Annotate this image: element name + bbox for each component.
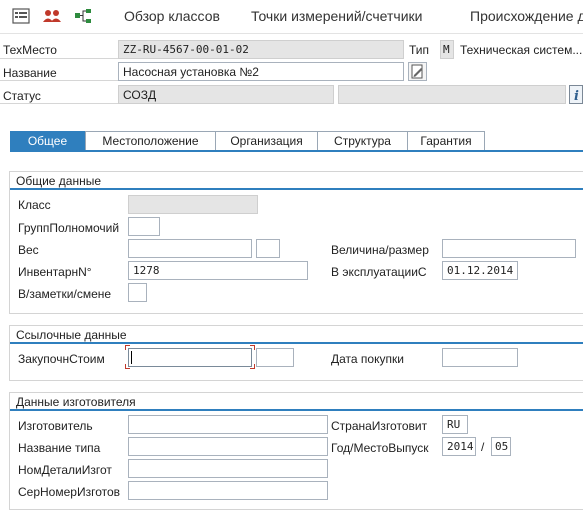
list-icon[interactable] [12, 8, 30, 24]
tab-warranty[interactable]: Гарантия [407, 131, 485, 151]
type-text: Техническая систем... [460, 43, 583, 57]
general-data-title: Общие данные [16, 174, 102, 188]
application-toolbar: Обзор классов Точки измерений/счетчики П… [0, 0, 583, 34]
purchase-date-label: Дата покупки [331, 352, 404, 366]
measuring-points-button[interactable]: Точки измерений/счетчики [251, 8, 422, 24]
users-icon[interactable] [42, 8, 61, 24]
weight-unit-field[interactable] [256, 239, 280, 258]
startup-label: В эксплуатацииС [331, 265, 427, 279]
group-rule [10, 188, 583, 190]
group-rule [10, 409, 583, 411]
focus-corner [250, 364, 255, 369]
country-field[interactable]: RU [442, 415, 468, 434]
shift-note-label: В/заметки/смене [18, 287, 112, 301]
year-label: Год/МестоВыпуск [331, 441, 429, 455]
tab-underline [10, 150, 583, 152]
focus-corner [125, 345, 130, 350]
manufacturer-label: Изготовитель [18, 419, 93, 433]
class-label: Класс [18, 198, 51, 212]
info-icon: i [574, 89, 579, 104]
purchase-date-field[interactable] [442, 348, 518, 367]
name-field[interactable]: Насосная установка №2 [118, 62, 404, 81]
origin-button[interactable]: Происхождение д [470, 8, 583, 24]
edit-document-icon [411, 64, 423, 79]
focus-corner [250, 345, 255, 350]
serial-number-field[interactable] [128, 481, 328, 500]
inventory-field[interactable]: 1278 [128, 261, 308, 280]
long-text-button[interactable] [408, 62, 427, 81]
size-label: Величина/размер [331, 243, 429, 257]
size-field[interactable] [442, 239, 576, 258]
year-field[interactable]: 2014 [442, 437, 476, 456]
shift-note-field[interactable] [128, 283, 147, 302]
class-field [128, 195, 258, 214]
auth-group-label: ГруппПолномочий [18, 221, 120, 235]
reference-data-title: Ссылочные данные [16, 328, 127, 342]
techplace-label: ТехМесто [3, 43, 57, 57]
part-number-label: НомДеталиИзгот [18, 463, 112, 477]
year-separator: / [481, 440, 485, 454]
group-rule [10, 342, 583, 344]
svg-text:i: i [574, 89, 579, 103]
tab-structure[interactable]: Структура [317, 131, 408, 151]
status-field: СОЗД [118, 85, 334, 104]
country-label: СтранаИзготовит [331, 419, 428, 433]
status-extended-field [338, 85, 566, 104]
tab-general[interactable]: Общее [10, 131, 85, 151]
focus-corner [125, 364, 130, 369]
model-field[interactable] [128, 437, 328, 456]
text-cursor [131, 351, 132, 364]
purchase-cost-label: ЗакупочнСтоим [18, 352, 105, 366]
currency-field[interactable] [256, 348, 294, 367]
manufacturer-data-title: Данные изготовителя [16, 395, 136, 409]
part-number-field[interactable] [128, 459, 328, 478]
model-label: Название типа [18, 441, 101, 455]
weight-field[interactable] [128, 239, 252, 258]
tab-organization[interactable]: Организация [215, 131, 318, 151]
purchase-cost-field[interactable] [128, 348, 252, 367]
startup-date-field[interactable]: 01.12.2014 [442, 261, 518, 280]
name-label: Название [3, 66, 57, 80]
serial-number-label: СерНомерИзготов [18, 485, 121, 499]
weight-label: Вес [18, 243, 39, 257]
auth-group-field[interactable] [128, 217, 160, 236]
type-label: Тип [409, 43, 430, 57]
type-code-field: M [440, 40, 454, 59]
status-label: Статус [3, 89, 41, 103]
hierarchy-icon[interactable] [74, 8, 92, 24]
techplace-field[interactable]: ZZ-RU-4567-00-01-02 [118, 40, 404, 59]
tab-location[interactable]: Местоположение [85, 131, 216, 151]
inventory-label: ИнвентарнN° [18, 265, 92, 279]
status-info-button[interactable]: i [569, 85, 583, 104]
manufacturer-field[interactable] [128, 415, 328, 434]
class-overview-button[interactable]: Обзор классов [124, 8, 220, 24]
month-field[interactable]: 05 [491, 437, 511, 456]
